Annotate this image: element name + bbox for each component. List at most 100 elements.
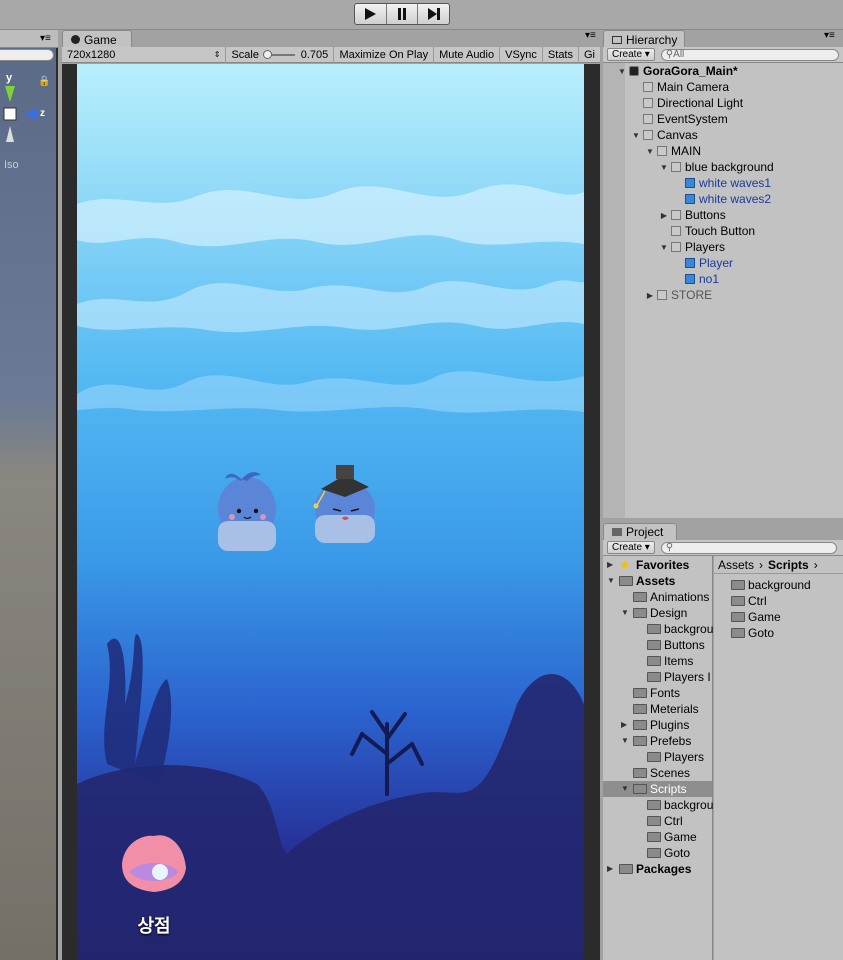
tab-project[interactable]: Project xyxy=(603,523,677,540)
folder-icon xyxy=(647,672,661,682)
chevron-updown-icon: ⇕ xyxy=(213,50,221,59)
project-content-item[interactable]: Goto xyxy=(714,625,843,641)
project-tree-label: Scripts xyxy=(650,782,687,796)
hierarchy-item[interactable]: Touch Button xyxy=(603,223,843,239)
expand-arrow-icon[interactable]: ▶ xyxy=(607,560,613,569)
scale-slider[interactable] xyxy=(262,49,295,59)
project-tree-item[interactable]: backgrou xyxy=(603,797,713,813)
project-tree-item[interactable]: Players I xyxy=(603,669,712,685)
project-tree-item[interactable]: ▼ Scripts xyxy=(603,781,712,797)
collapse-arrow-icon[interactable]: ▼ xyxy=(621,736,629,745)
hierarchy-item[interactable]: ▼ Players xyxy=(603,239,843,255)
breadcrumb-assets[interactable]: Assets xyxy=(718,558,754,572)
project-tree-item[interactable]: Ctrl xyxy=(603,813,712,829)
hierarchy-item-label: Main Camera xyxy=(657,80,730,94)
hierarchy-item[interactable]: ▼ blue background xyxy=(603,159,843,175)
expand-arrow-icon[interactable]: ▶ xyxy=(659,211,669,220)
game-canvas[interactable]: 상점 xyxy=(77,64,584,960)
project-search-input[interactable]: ⚲ xyxy=(660,541,837,554)
project-tree-item[interactable]: Scenes xyxy=(603,765,712,781)
step-button[interactable] xyxy=(418,4,449,24)
scene-gizmo[interactable]: y 🔒 z Iso xyxy=(0,66,58,171)
expand-arrow-icon[interactable]: ▶ xyxy=(645,291,655,300)
game-menu-icon[interactable]: ▾≡ xyxy=(585,30,596,41)
folder-icon xyxy=(633,784,647,794)
project-tree-item[interactable]: ▶ Packages xyxy=(603,861,712,877)
hierarchy-item[interactable]: white waves1 xyxy=(603,175,843,191)
collapse-arrow-icon[interactable]: ▼ xyxy=(621,608,629,617)
hierarchy-item[interactable]: no1 xyxy=(603,271,843,287)
hierarchy-item[interactable]: white waves2 xyxy=(603,191,843,207)
tab-game[interactable]: Game xyxy=(62,30,132,48)
gameobject-cube-icon xyxy=(685,274,695,284)
project-tree-item[interactable]: Players xyxy=(603,749,712,765)
resolution-dropdown[interactable]: 720x1280 ⇕ xyxy=(62,46,227,63)
hierarchy-item[interactable]: ▶ Buttons xyxy=(603,207,843,223)
hierarchy-item[interactable]: ▼ GoraGora_Main* xyxy=(603,63,843,79)
hierarchy-item[interactable]: Main Camera xyxy=(603,79,843,95)
project-tree-item[interactable]: ▼ Design xyxy=(603,605,712,621)
scene-tab-bar: ▾≡ xyxy=(0,30,58,61)
project-tree-item[interactable]: Game xyxy=(603,829,712,845)
play-button[interactable] xyxy=(355,4,387,24)
collapse-arrow-icon[interactable]: ▼ xyxy=(617,67,627,76)
hierarchy-search-input[interactable]: ⚲ All xyxy=(660,48,839,61)
gameobject-cube-icon xyxy=(657,290,667,300)
project-content-item[interactable]: Ctrl xyxy=(714,593,843,609)
project-tree-item[interactable]: ▶ ★ Favorites xyxy=(603,557,712,573)
scene-search-input[interactable] xyxy=(0,49,54,61)
scale-control: Scale 0.705 xyxy=(226,46,335,63)
white-waves1 xyxy=(77,184,584,247)
scale-slider-thumb[interactable] xyxy=(262,49,272,59)
project-tree-item[interactable]: Animations xyxy=(603,589,712,605)
hierarchy-item[interactable]: ▼ MAIN xyxy=(603,143,843,159)
collapse-arrow-icon[interactable]: ▼ xyxy=(607,576,615,585)
hierarchy-create-button[interactable]: Create ▾ xyxy=(607,48,655,61)
store-button-label[interactable]: 상점 xyxy=(122,912,186,938)
hierarchy-item-label: Buttons xyxy=(685,208,726,222)
maximize-on-play-toggle[interactable]: Maximize On Play xyxy=(334,46,435,63)
project-create-button[interactable]: Create ▾ xyxy=(607,541,655,554)
hierarchy-item[interactable]: EventSystem xyxy=(603,111,843,127)
hierarchy-item-label: white waves1 xyxy=(699,176,772,190)
project-tree-item[interactable]: Goto xyxy=(603,845,712,861)
gizmos-dropdown[interactable]: Gi xyxy=(579,47,600,63)
gameobject-cube-icon xyxy=(685,258,695,268)
project-tree-item[interactable]: Items xyxy=(603,653,712,669)
breadcrumb: Assets › Scripts › xyxy=(714,556,843,574)
project-tree-item[interactable]: Fonts xyxy=(603,685,712,701)
project-tree-item[interactable]: backgrou xyxy=(603,621,713,637)
project-tree-item[interactable]: Meterials xyxy=(603,701,712,717)
collapse-arrow-icon[interactable]: ▼ xyxy=(659,163,669,172)
hierarchy-item-label: MAIN xyxy=(671,144,701,158)
project-tree-item[interactable]: ▶ Plugins xyxy=(603,717,712,733)
vsync-toggle[interactable]: VSync xyxy=(500,46,543,63)
collapse-arrow-icon[interactable]: ▼ xyxy=(621,784,629,793)
hierarchy-item[interactable]: ▼ Canvas xyxy=(603,127,843,143)
hierarchy-item[interactable]: ▶ STORE xyxy=(603,287,843,303)
project-content-item[interactable]: background xyxy=(714,577,843,593)
project-tree-item[interactable]: ▼ Assets xyxy=(603,573,712,589)
expand-arrow-icon[interactable]: ▶ xyxy=(621,720,627,729)
breadcrumb-scripts[interactable]: Scripts xyxy=(768,558,809,572)
project-tree-item[interactable]: Buttons xyxy=(603,637,712,653)
tab-hierarchy[interactable]: Hierarchy xyxy=(603,30,685,48)
project-tab-label: Project xyxy=(626,525,664,539)
hierarchy-item-label: GoraGora_Main* xyxy=(643,64,738,78)
mute-audio-toggle[interactable]: Mute Audio xyxy=(434,46,501,63)
collapse-arrow-icon[interactable]: ▼ xyxy=(659,243,669,252)
hierarchy-item[interactable]: Player xyxy=(603,255,843,271)
hierarchy-item[interactable]: Directional Light xyxy=(603,95,843,111)
expand-arrow-icon[interactable]: ▶ xyxy=(607,864,613,873)
game-tab-bar xyxy=(60,30,600,47)
collapse-arrow-icon[interactable]: ▼ xyxy=(631,131,641,140)
hierarchy-menu-icon[interactable]: ▾≡ xyxy=(824,30,835,41)
scene-menu-icon[interactable]: ▾≡ xyxy=(40,33,51,44)
game-tab-label: Game xyxy=(84,32,117,47)
project-tree-item[interactable]: ▼ Prefebs xyxy=(603,733,712,749)
collapse-arrow-icon[interactable]: ▼ xyxy=(645,147,655,156)
stats-toggle[interactable]: Stats xyxy=(543,46,579,63)
project-tree-label: Game xyxy=(664,830,697,844)
pause-button[interactable] xyxy=(387,4,419,24)
project-content-item[interactable]: Game xyxy=(714,609,843,625)
